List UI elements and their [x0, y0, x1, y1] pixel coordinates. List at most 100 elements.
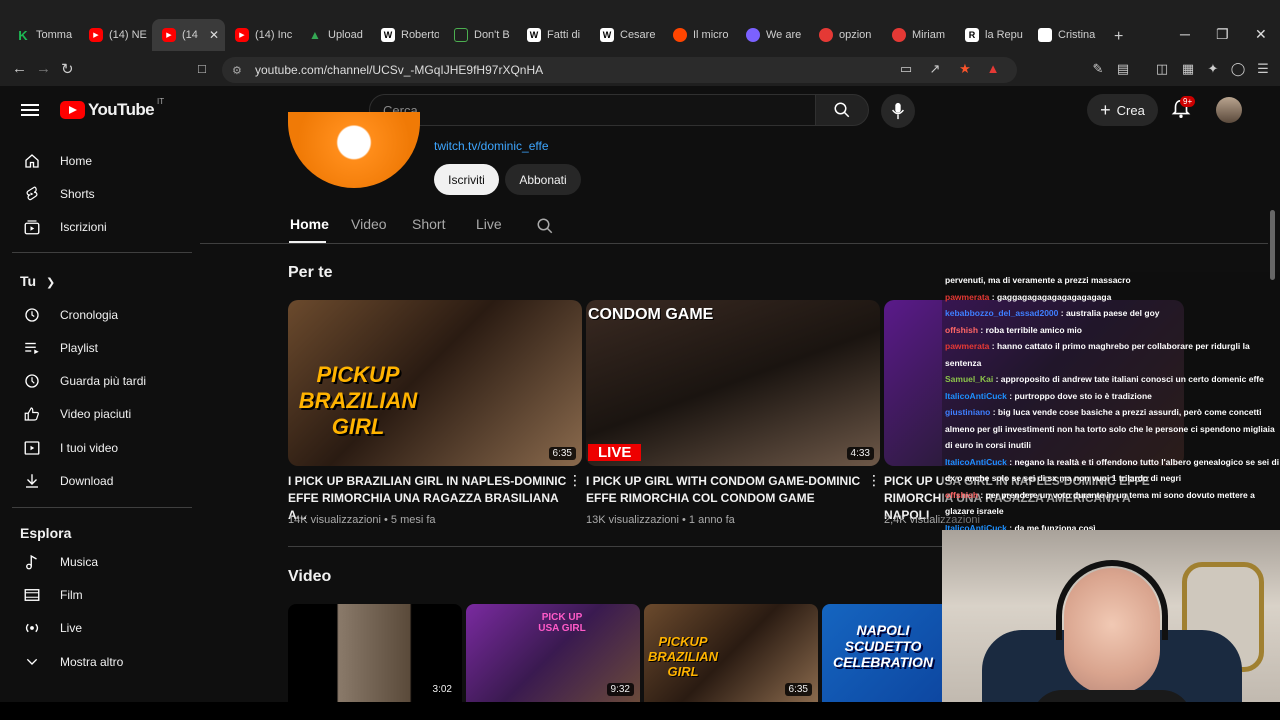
subscribe-button[interactable]: Iscriviti [434, 164, 499, 195]
video-thumbnail[interactable]: CONDOM GAME LIVE 4:33 [586, 300, 880, 466]
sidebar-item-home[interactable]: Home [12, 145, 192, 177]
sidebar-item-watch-later[interactable]: Guarda più tardi [12, 365, 192, 397]
chat-username: ItalicoAntiCuck [945, 456, 1007, 467]
chat-text: purtroppo dove sto io è tradizione [1014, 390, 1152, 401]
you-section-heading[interactable]: Tu ❯ [20, 273, 55, 289]
search-button[interactable] [815, 94, 869, 126]
circle-favicon-icon [819, 28, 833, 42]
chat-separator: : [1058, 308, 1066, 318]
page-scrollbar[interactable] [1270, 210, 1275, 280]
share-icon[interactable]: ↗ [927, 61, 943, 77]
extensions-icon[interactable]: ✎ [1090, 61, 1106, 77]
video-thumbnail[interactable]: 3:02 [288, 604, 462, 702]
leo-icon[interactable]: ✦ [1205, 61, 1221, 77]
chat-message: kebabbozzo_del_assad2000 : australia pae… [942, 305, 1280, 322]
browser-tab[interactable]: Rla Repu [955, 19, 1028, 51]
browser-tab[interactable]: W Roberto [371, 19, 444, 51]
bookmark-icon[interactable]: □ [198, 61, 206, 76]
sidebar-item-subscriptions[interactable]: Iscrizioni [12, 211, 192, 243]
sidebar-item-show-more[interactable]: Mostra altro [12, 646, 192, 678]
browser-tab[interactable]: W Fatti di [517, 19, 590, 51]
tab-live[interactable]: Live [476, 216, 536, 244]
browser-tab[interactable]: Cristina [1028, 19, 1101, 51]
sidebar-item-liked-videos[interactable]: Video piaciuti [12, 398, 192, 430]
thumbnail-overlay-text: PICKUP BRAZILIAN GIRL [648, 634, 719, 679]
wallet-icon[interactable]: ▦ [1180, 61, 1196, 77]
browser-tab[interactable]: W Cesare [590, 19, 663, 51]
reader-icon[interactable]: ▤ [1115, 61, 1131, 77]
forward-icon[interactable]: → [36, 60, 51, 77]
brave-shield-icon[interactable]: ★ [957, 61, 973, 77]
sidebar-item-history[interactable]: Cronologia [12, 299, 192, 331]
chat-username: offshish [945, 489, 979, 500]
sidebar: Home Shorts Iscrizioni Tu ❯ Cronologia P… [0, 132, 200, 702]
sidebar-item-film[interactable]: Film [12, 579, 192, 611]
vpn-icon[interactable]: ◯ [1230, 61, 1246, 77]
reload-icon[interactable]: ↻ [61, 60, 74, 78]
history-icon [20, 306, 44, 324]
video-thumbnail[interactable]: NAPOLI SCUDETTO CELEBRATION [822, 604, 942, 702]
sidebar-item-music[interactable]: Musica [12, 546, 192, 578]
youtube-header: YouTube IT Cerca + Crea 9+ [0, 88, 1280, 132]
rewards-icon[interactable]: ▲ [985, 61, 1001, 77]
browser-tab[interactable]: Il micro [663, 19, 736, 51]
user-avatar[interactable] [1216, 97, 1242, 123]
W-favicon-icon: W [527, 28, 541, 42]
browser-tab-title: Fatti di [547, 29, 581, 41]
sidebar-label: Video piaciuti [60, 407, 132, 421]
sidebar-item-your-videos[interactable]: I tuoi video [12, 432, 192, 464]
more-options-icon[interactable]: ⋮ [568, 472, 582, 489]
watch-later-icon [20, 372, 44, 390]
browser-tab[interactable]: ▶ (14) Inc [225, 19, 298, 51]
channel-link[interactable]: twitch.tv/dominic_effe [434, 139, 549, 153]
playlist-icon [20, 339, 44, 357]
sidebar-item-live[interactable]: Live [12, 612, 192, 644]
sidebar-label: Download [60, 474, 114, 488]
more-options-icon[interactable]: ⋮ [867, 472, 881, 489]
tab-home[interactable]: Home [290, 216, 351, 244]
chevron-down-icon [20, 654, 44, 670]
chat-message: pawmerata : gaggagagagagagagagagaga [942, 289, 1280, 306]
browser-tab[interactable]: opzion [809, 19, 882, 51]
channel-search-icon[interactable] [536, 217, 554, 235]
browser-tab[interactable]: ▶ (14) NE [79, 19, 152, 51]
video-thumbnail[interactable]: PICK UP USA GIRL 9:32 [466, 604, 640, 702]
youtube-logo[interactable]: YouTube IT [60, 97, 164, 120]
browser-tab[interactable]: Miriam [882, 19, 955, 51]
minimize-icon[interactable]: ─ [1180, 26, 1190, 42]
chat-text: per prendere un voto durante in un tema … [945, 489, 1255, 517]
back-icon[interactable]: ← [12, 60, 27, 77]
search-input[interactable]: Cerca [369, 94, 816, 126]
site-info-icon[interactable]: ⚙ [232, 64, 242, 77]
voice-search-button[interactable] [881, 94, 915, 128]
video-thumbnail[interactable]: PICKUP BRAZILIAN GIRL 6:35 [288, 300, 582, 466]
menu-icon[interactable] [21, 104, 39, 116]
menu-icon[interactable]: ☰ [1255, 61, 1271, 77]
tab-short[interactable]: Short [412, 216, 476, 244]
sidebar-item-shorts[interactable]: Shorts [12, 178, 192, 210]
close-window-icon[interactable]: ✕ [1255, 26, 1267, 43]
webcam-overlay [942, 530, 1280, 720]
channel-avatar[interactable] [288, 112, 420, 188]
browser-tab[interactable]: We are [736, 19, 809, 51]
notification-count-badge: 9+ [1180, 96, 1196, 107]
video-title[interactable]: I PICK UP GIRL WITH CONDOM GAME-DOMINIC … [586, 473, 866, 507]
explore-heading: Esplora [20, 525, 72, 541]
browser-tab[interactable]: Don't B [444, 19, 517, 51]
tab-video[interactable]: Video [351, 216, 412, 244]
chat-separator: : [978, 324, 986, 335]
shorts-icon [20, 185, 44, 203]
browser-tab[interactable]: ▲ Upload [298, 19, 371, 51]
sidebar-item-playlist[interactable]: Playlist [12, 332, 192, 364]
sidebar-item-download[interactable]: Download [12, 465, 192, 497]
create-button[interactable]: + Crea [1087, 94, 1158, 126]
browser-tab[interactable]: K Tomma [6, 19, 79, 51]
browser-tab[interactable]: ▶ (14 ✕ [152, 19, 225, 51]
close-tab-icon[interactable]: ✕ [209, 28, 219, 42]
sidebar-icon[interactable]: ◫ [1154, 61, 1170, 77]
maximize-icon[interactable]: ❐ [1216, 26, 1229, 43]
new-tab-button[interactable]: + [1114, 28, 1123, 46]
video-thumbnail[interactable]: PICKUP BRAZILIAN GIRL 6:35 [644, 604, 818, 702]
join-button[interactable]: Abbonati [505, 164, 581, 195]
screen-share-icon[interactable]: ▭ [898, 61, 914, 77]
